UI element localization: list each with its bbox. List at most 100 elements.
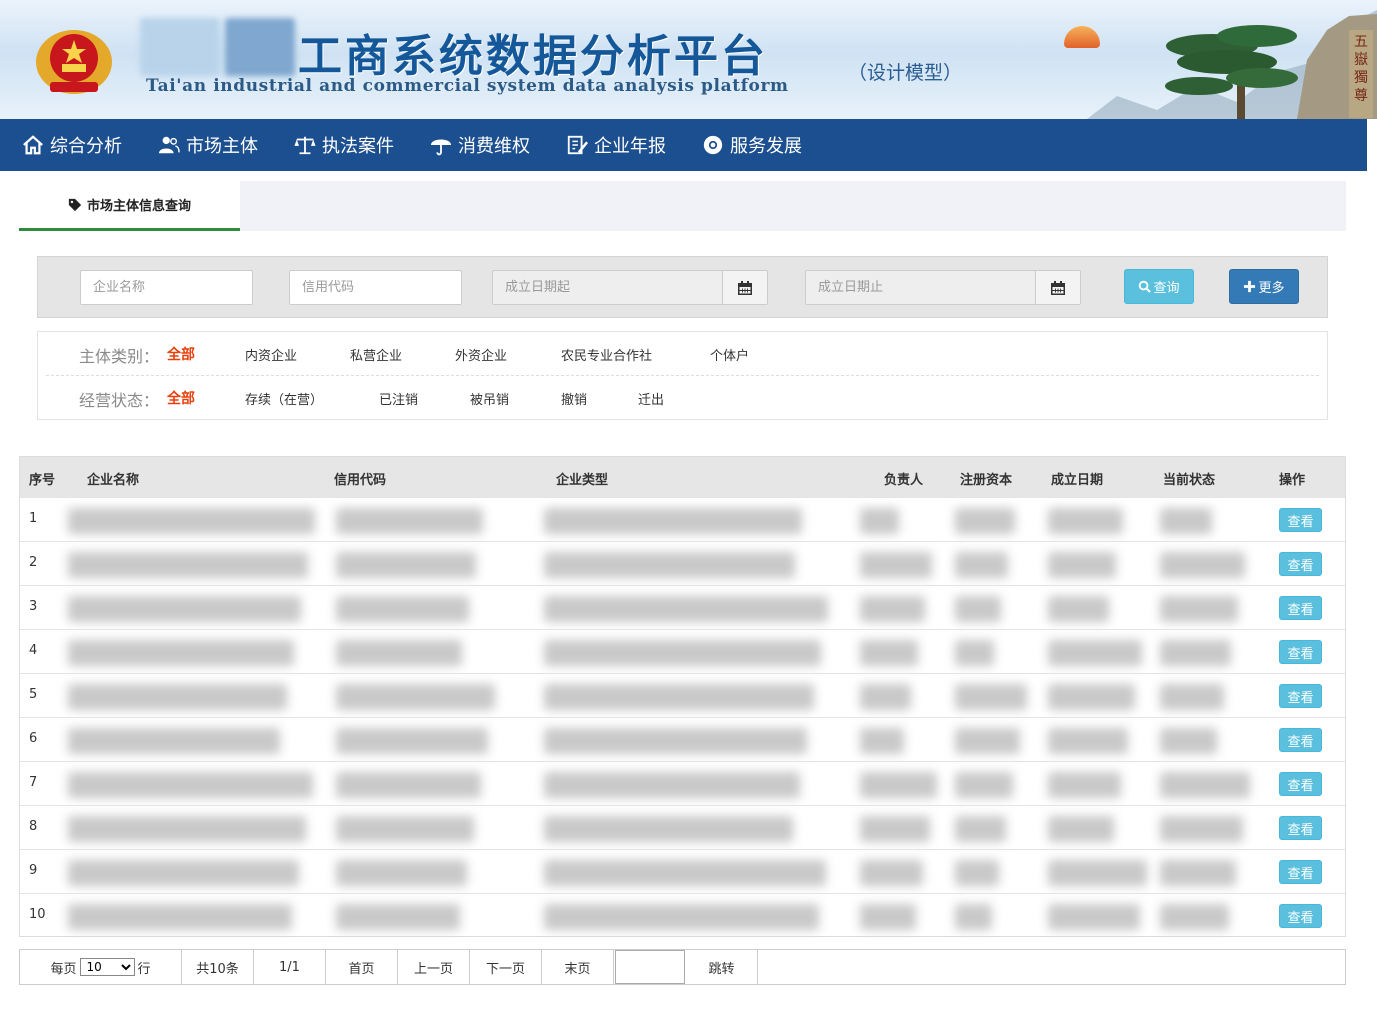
nav-item-label: 服务发展 bbox=[730, 136, 802, 157]
date-from-input[interactable] bbox=[492, 270, 723, 305]
row-index: 5 bbox=[29, 687, 38, 702]
blurred-current-status bbox=[1160, 728, 1217, 754]
blurred-credit-code bbox=[336, 508, 483, 534]
table-row: 4 查看 bbox=[20, 629, 1345, 673]
blurred-credit-code bbox=[336, 552, 476, 578]
company-name-input[interactable] bbox=[80, 270, 253, 305]
national-emblem-icon bbox=[36, 30, 112, 94]
view-button[interactable]: 查看 bbox=[1279, 860, 1322, 884]
table-row: 6 查看 bbox=[20, 717, 1345, 761]
tab-market-entity-query[interactable]: 市场主体信息查询 bbox=[19, 181, 240, 231]
status-option-active[interactable]: 存续（在营） bbox=[245, 389, 323, 408]
nav-item-enforcement-cases[interactable]: 执法案件 bbox=[294, 132, 394, 158]
last-page-button[interactable]: 末页 bbox=[542, 950, 614, 984]
scales-icon bbox=[294, 136, 316, 155]
blurred-registered-capital bbox=[955, 860, 999, 886]
blurred-established-date bbox=[1048, 816, 1114, 842]
nav-item-overview[interactable]: 综合分析 bbox=[22, 132, 122, 158]
blurred-established-date bbox=[1048, 552, 1116, 578]
blurred-current-status bbox=[1160, 596, 1238, 622]
col-header-action: 操作 bbox=[1279, 473, 1306, 488]
next-page-button[interactable]: 下一页 bbox=[470, 950, 542, 984]
view-button[interactable]: 查看 bbox=[1279, 596, 1322, 620]
entity-type-option-domestic[interactable]: 内资企业 bbox=[245, 345, 297, 364]
date-from-calendar-button[interactable] bbox=[722, 270, 768, 305]
search-panel: 查询 更多 bbox=[37, 256, 1328, 318]
status-option-revoked[interactable]: 被吊销 bbox=[470, 389, 509, 408]
entity-type-option-private[interactable]: 私营企业 bbox=[350, 345, 402, 364]
col-header-established-date: 成立日期 bbox=[1051, 473, 1104, 488]
query-button[interactable]: 查询 bbox=[1124, 269, 1194, 304]
status-option-all[interactable]: 全部 bbox=[167, 388, 195, 408]
row-index: 2 bbox=[29, 555, 38, 570]
blurred-registered-capital bbox=[955, 816, 1006, 842]
more-button[interactable]: 更多 bbox=[1229, 269, 1299, 304]
nav-item-label: 企业年报 bbox=[594, 136, 666, 157]
nav-item-annual-report[interactable]: 企业年报 bbox=[566, 132, 666, 158]
blurred-established-date bbox=[1048, 860, 1147, 886]
blurred-current-status bbox=[1160, 684, 1224, 710]
blurred-company-name bbox=[68, 904, 292, 930]
entity-type-option-cooperative[interactable]: 农民专业合作社 bbox=[561, 345, 652, 364]
page-size-suffix: 行 bbox=[137, 961, 151, 977]
blurred-credit-code bbox=[336, 904, 460, 930]
prev-page-button[interactable]: 上一页 bbox=[398, 950, 470, 984]
blurred-current-status bbox=[1160, 904, 1229, 930]
view-button[interactable]: 查看 bbox=[1279, 816, 1322, 840]
blurred-region-logo-text bbox=[140, 18, 220, 76]
jump-page-input[interactable] bbox=[615, 950, 685, 984]
blurred-established-date bbox=[1048, 684, 1135, 710]
first-page-button[interactable]: 首页 bbox=[326, 950, 398, 984]
date-to-calendar-button[interactable] bbox=[1035, 270, 1081, 305]
blurred-company-type bbox=[544, 640, 821, 666]
status-option-relocated[interactable]: 迁出 bbox=[638, 389, 664, 408]
blurred-current-status bbox=[1160, 508, 1212, 534]
page-indicator: 1/1 bbox=[254, 950, 326, 984]
nav-item-market-entity[interactable]: 市场主体 bbox=[158, 132, 258, 158]
view-button[interactable]: 查看 bbox=[1279, 640, 1322, 664]
view-button[interactable]: 查看 bbox=[1279, 772, 1322, 796]
date-to-input[interactable] bbox=[805, 270, 1036, 305]
credit-code-input[interactable] bbox=[289, 270, 462, 305]
col-header-credit-code: 信用代码 bbox=[334, 473, 387, 488]
blurred-registered-capital bbox=[955, 684, 1027, 710]
view-button[interactable]: 查看 bbox=[1279, 904, 1322, 928]
view-button[interactable]: 查看 bbox=[1279, 684, 1322, 708]
entity-type-option-individual[interactable]: 个体户 bbox=[710, 345, 749, 364]
blurred-company-type bbox=[544, 552, 795, 578]
search-icon bbox=[1139, 280, 1152, 293]
view-button[interactable]: 查看 bbox=[1279, 552, 1322, 576]
blurred-company-name bbox=[68, 552, 308, 578]
blurred-legal-person bbox=[860, 816, 930, 842]
page-size-control: 每页 10 行 bbox=[20, 950, 182, 984]
results-table: 序号 企业名称 信用代码 企业类型 负责人 注册资本 成立日期 当前状态 操作 … bbox=[19, 456, 1346, 937]
status-option-cancelled[interactable]: 撤销 bbox=[561, 389, 587, 408]
nav-item-label: 执法案件 bbox=[322, 136, 394, 157]
blurred-legal-person bbox=[860, 772, 937, 798]
nav-item-consumer-rights[interactable]: 消费维权 bbox=[430, 132, 530, 158]
blurred-legal-person bbox=[860, 860, 923, 886]
tag-icon bbox=[68, 198, 82, 211]
blurred-current-status bbox=[1160, 772, 1250, 798]
blurred-credit-code bbox=[336, 596, 469, 622]
entity-type-option-foreign[interactable]: 外资企业 bbox=[455, 345, 507, 364]
nav-item-service-development[interactable]: 服务发展 bbox=[702, 132, 802, 158]
blurred-current-status bbox=[1160, 816, 1243, 842]
blurred-credit-code bbox=[336, 684, 495, 710]
view-button[interactable]: 查看 bbox=[1279, 728, 1322, 752]
jump-button[interactable]: 跳转 bbox=[686, 950, 758, 984]
row-index: 7 bbox=[29, 775, 38, 790]
view-button[interactable]: 查看 bbox=[1279, 508, 1322, 532]
blurred-established-date bbox=[1048, 728, 1128, 754]
status-option-deregistered[interactable]: 已注销 bbox=[379, 389, 418, 408]
blurred-current-status bbox=[1160, 860, 1236, 886]
page-size-select[interactable]: 10 bbox=[79, 958, 135, 976]
page-size-prefix: 每页 bbox=[50, 961, 77, 977]
plus-icon bbox=[1244, 280, 1256, 293]
row-index: 8 bbox=[29, 819, 38, 834]
blurred-credit-code bbox=[336, 860, 467, 886]
header-banner: 工商系统数据分析平台 （设计模型） Tai'an industrial and … bbox=[0, 0, 1377, 119]
blurred-current-status bbox=[1160, 640, 1231, 666]
entity-type-option-all[interactable]: 全部 bbox=[167, 344, 195, 364]
blurred-registered-capital bbox=[955, 728, 1020, 754]
